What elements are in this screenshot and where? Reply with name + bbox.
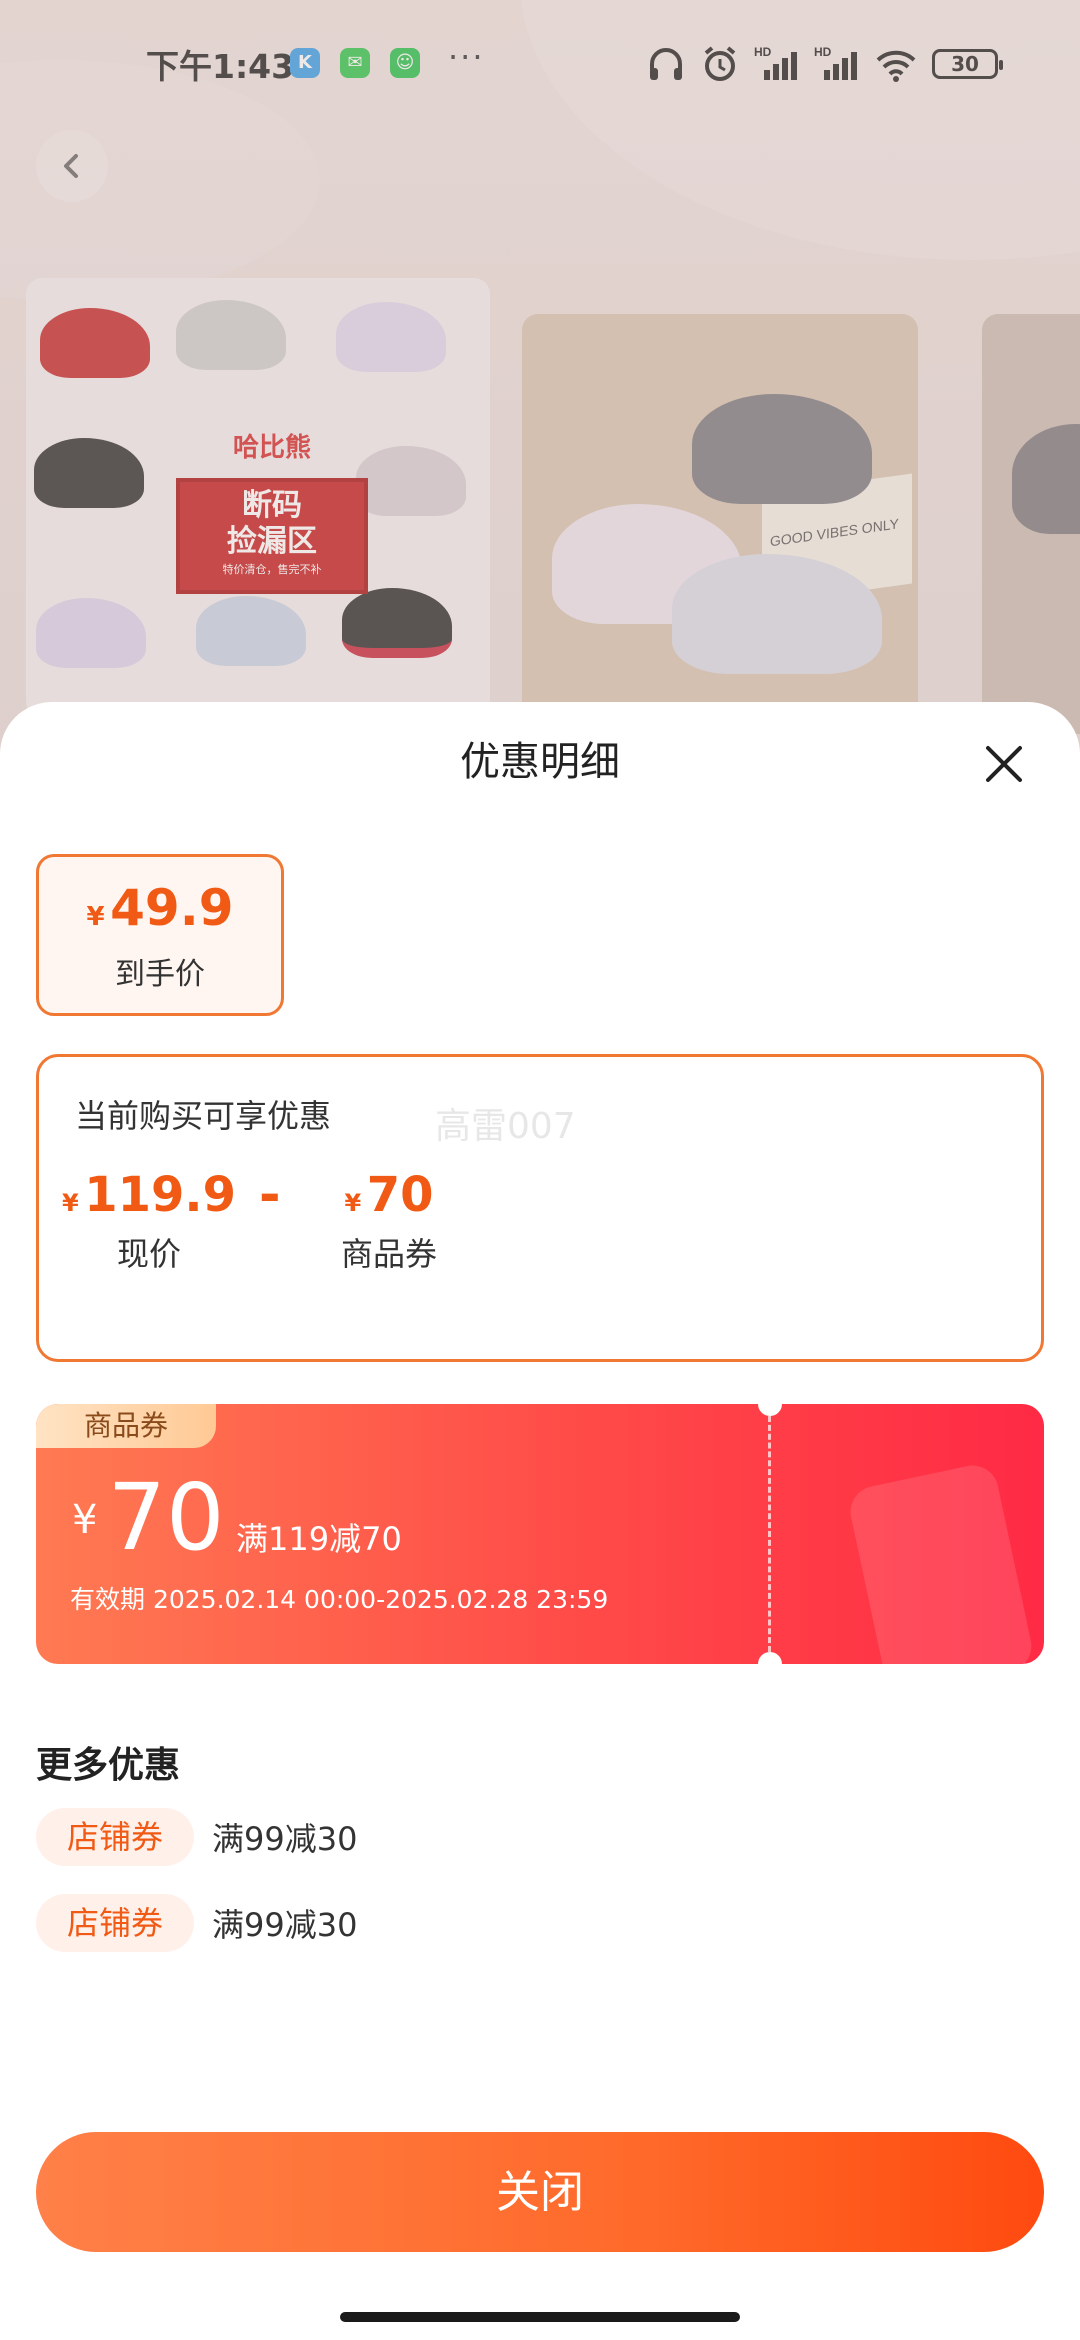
- coupon-tag: 商品券: [36, 1404, 216, 1448]
- coupon-discount: ¥ 70: [309, 1167, 469, 1223]
- coupon-value: ¥70: [72, 1464, 225, 1571]
- currency-symbol: ¥: [72, 1497, 98, 1543]
- coupon-discount-label: 商品券: [340, 1235, 437, 1273]
- coupon-notch: [758, 1652, 782, 1664]
- offer-text: 满99减30: [212, 1906, 358, 1944]
- store-coupon-tag: 店铺券: [36, 1894, 194, 1952]
- ticket-icon: [845, 1460, 1037, 1664]
- discount-details-sheet: 优惠明细 ¥ 49.9 到手价 当前购买可享优惠 高雷007 ¥ 119.9 现…: [0, 702, 1080, 2340]
- final-price-box: ¥ 49.9 到手价: [36, 854, 284, 1016]
- minus-sign: -: [259, 1165, 281, 1225]
- more-offers-title: 更多优惠: [36, 1745, 181, 1786]
- current-price-value: 119.9: [84, 1167, 237, 1223]
- sheet-title: 优惠明细: [460, 739, 620, 785]
- overlay-scrim[interactable]: [0, 0, 1080, 760]
- product-page-background: 下午1:43 K ✉ ☺ ··· HD HD 30 哈比熊 断码 捡漏区 特价清…: [0, 0, 1080, 760]
- final-price: ¥ 49.9: [39, 879, 281, 937]
- list-item: 店铺券 满99减30: [36, 1808, 357, 1866]
- final-price-value: 49.9: [110, 879, 234, 937]
- home-indicator[interactable]: [340, 2312, 740, 2322]
- list-item: 店铺券 满99减30: [36, 1894, 357, 1952]
- store-coupon-tag: 店铺券: [36, 1808, 194, 1866]
- current-price-item: ¥ 119.9 现价: [59, 1167, 239, 1275]
- coupon-notch: [758, 1404, 782, 1416]
- close-icon[interactable]: [978, 738, 1030, 790]
- coupon-amount: 70: [107, 1464, 225, 1571]
- x-icon: [986, 746, 1022, 782]
- currency-symbol: ¥: [86, 902, 105, 932]
- current-price-label: 现价: [116, 1235, 181, 1273]
- watermark: 高雷007: [435, 1106, 576, 1147]
- discount-title: 当前购买可享优惠: [75, 1097, 332, 1135]
- current-price: ¥ 119.9: [59, 1167, 239, 1223]
- close-button[interactable]: 关闭: [36, 2132, 1044, 2252]
- discount-breakdown: 当前购买可享优惠 高雷007 ¥ 119.9 现价 - ¥ 70 商品券: [36, 1054, 1044, 1362]
- coupon-discount-item: ¥ 70 商品券: [309, 1167, 469, 1275]
- currency-symbol: ¥: [61, 1189, 79, 1217]
- offer-text: 满99减30: [212, 1820, 358, 1858]
- coupon-discount-value: 70: [366, 1167, 434, 1223]
- product-coupon-card[interactable]: 商品券 ¥70 满119减70 有效期 2025.02.14 00:00-202…: [36, 1404, 1044, 1664]
- currency-symbol: ¥: [344, 1189, 362, 1217]
- coupon-condition: 满119减70: [236, 1520, 402, 1558]
- coupon-divider: [768, 1416, 771, 1652]
- final-price-label: 到手价: [115, 957, 205, 992]
- coupon-validity: 有效期 2025.02.14 00:00-2025.02.28 23:59: [70, 1585, 609, 1614]
